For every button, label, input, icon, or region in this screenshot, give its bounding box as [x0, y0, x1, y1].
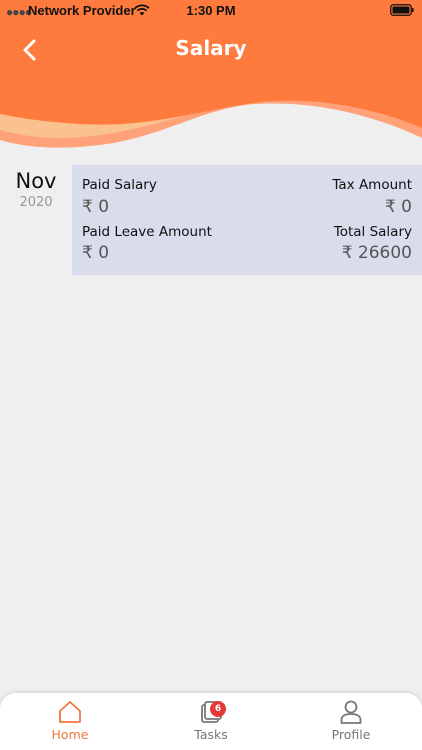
total-salary-value: ₹ 26600	[341, 243, 412, 263]
total-salary-label: Total Salary	[333, 224, 412, 240]
salary-card[interactable]: Paid Salary ₹ 0 Tax Amount ₹ 0 Paid Leav…	[72, 165, 422, 275]
nav-profile[interactable]: Profile	[281, 693, 421, 750]
nav-tasks-label: Tasks	[194, 727, 228, 742]
tax-amount-value: ₹ 0	[384, 197, 412, 217]
year-label: 2020	[19, 195, 53, 210]
salary-entry: Nov 2020 Paid Salary ₹ 0 Tax Amount ₹ 0 …	[0, 165, 422, 275]
period: Nov 2020	[0, 165, 72, 210]
nav-home[interactable]: Home	[0, 693, 140, 750]
status-time: 1:30 PM	[186, 3, 236, 18]
month-label: Nov	[15, 169, 57, 193]
home-icon	[59, 701, 81, 723]
header: ●●●● Network Provider 1:30 PM Salary	[0, 0, 422, 160]
battery-icon	[390, 4, 414, 16]
tasks-badge: 6	[210, 701, 226, 717]
paid-salary-label: Paid Salary	[82, 177, 157, 193]
paid-leave-amount-value: ₹ 0	[82, 243, 110, 263]
nav-profile-label: Profile	[331, 727, 371, 742]
tax-amount-label: Tax Amount	[332, 177, 412, 193]
page-title: Salary	[175, 36, 247, 60]
paid-salary-value: ₹ 0	[82, 197, 110, 217]
status-bar: ●●●● Network Provider 1:30 PM	[0, 0, 422, 22]
nav-home-label: Home	[51, 727, 89, 742]
bottom-navigation: Home 6 Tasks Profile	[0, 693, 422, 750]
header-background	[0, 0, 422, 160]
nav-tasks[interactable]: 6 Tasks	[141, 693, 281, 750]
paid-leave-amount-label: Paid Leave Amount	[82, 224, 212, 240]
profile-icon	[340, 700, 362, 724]
